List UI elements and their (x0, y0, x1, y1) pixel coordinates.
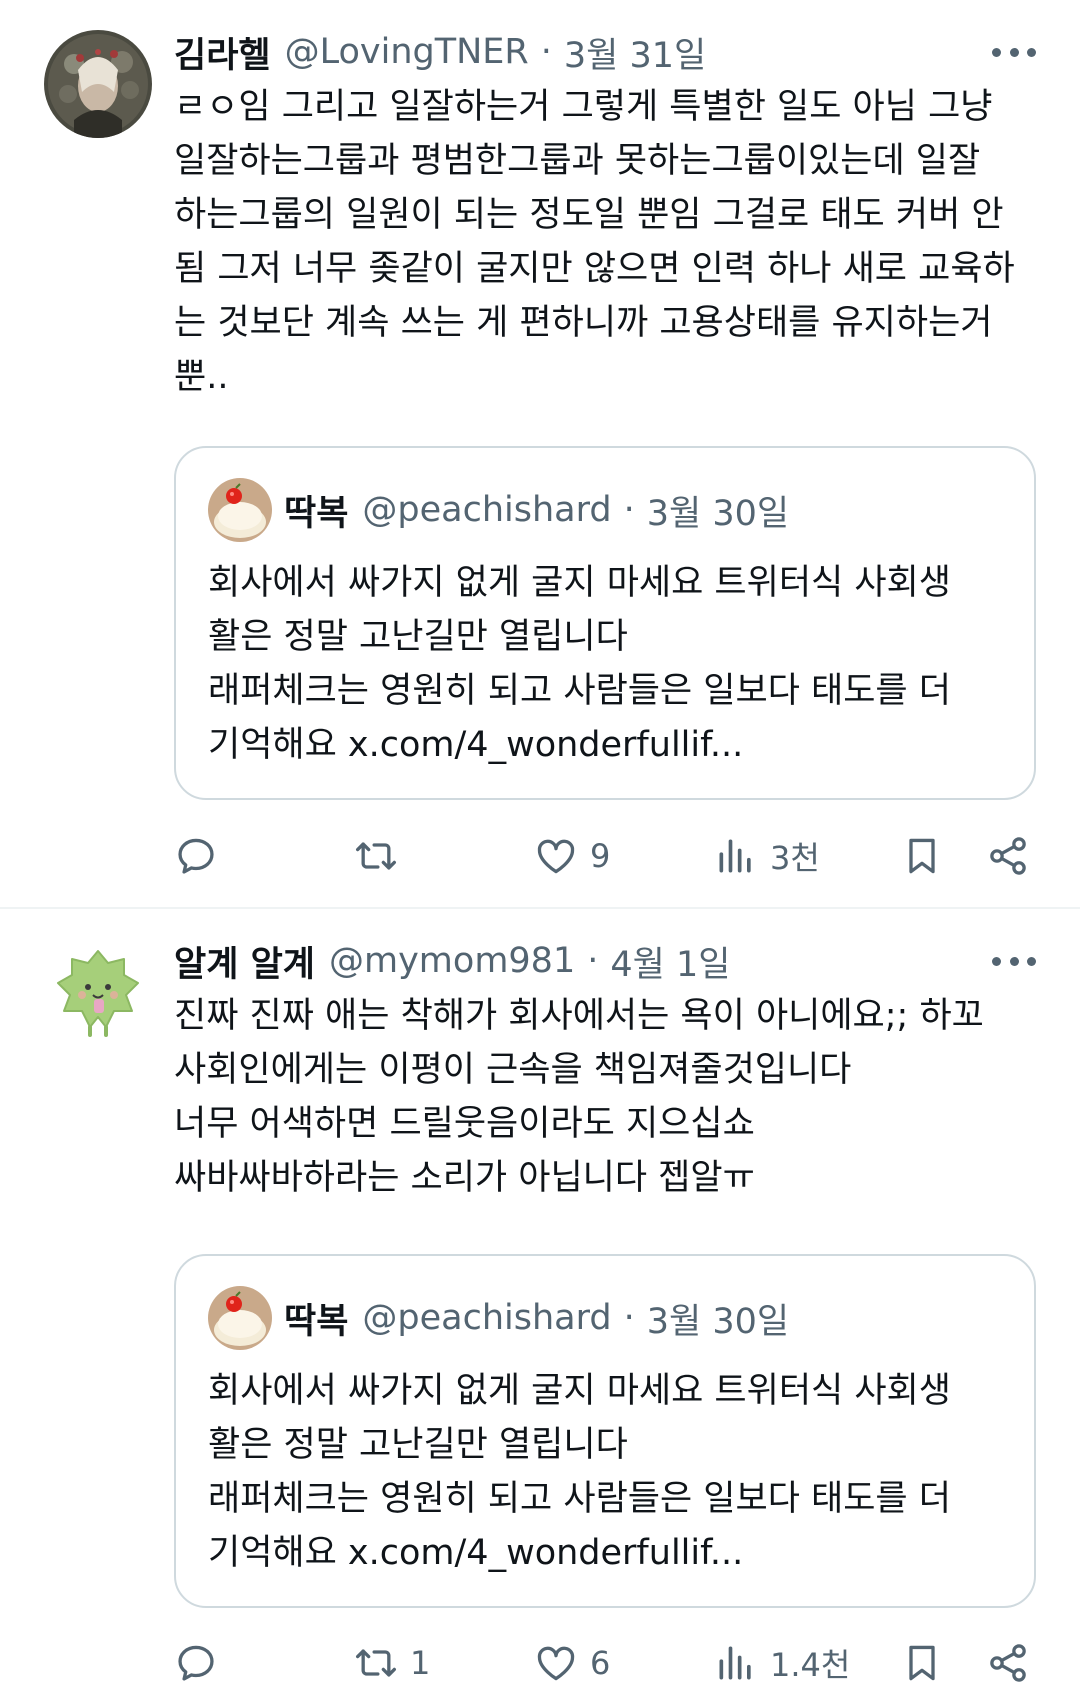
view-count: 1.4천 (770, 1646, 851, 1684)
views-icon (719, 1646, 751, 1680)
separator-dot: · (623, 1298, 635, 1338)
quote-text-line: 회사에서 싸가지 없게 굴지 마세요 트위터식 사회생 (208, 563, 951, 603)
quote-date: 3월 30일 (646, 493, 790, 534)
tweet[interactable]: 김라헬 @LovingTNER · 3월 31일 ㄹㅇ임 그리고 일잘하는거 그… (0, 0, 1080, 905)
views-button[interactable]: 3천 (714, 828, 820, 884)
quote-text-line: 기억해요 x.com/4_wonderfullif... (208, 1533, 744, 1573)
action-bar: 1 6 1.4천 (174, 1635, 1036, 1691)
views-button[interactable]: 1.4천 (714, 1635, 850, 1691)
tweet-text-line: 진짜 진짜 애는 착해가 회사에서는 욕이 아니에요;; 하꼬 (174, 996, 984, 1036)
quote-header: 딱복 @peachishard · 3월 30일 (284, 1290, 789, 1346)
more-icon[interactable] (992, 951, 1036, 971)
tweet-date[interactable]: 3월 31일 (564, 27, 706, 78)
tweet-date[interactable]: 4월 1일 (610, 936, 730, 987)
quote-text: 회사에서 싸가지 없게 굴지 마세요 트위터식 사회생 활은 정말 고난길만 열… (208, 1364, 951, 1580)
quote-user-handle: @peachishard (362, 1298, 612, 1338)
retweet-button[interactable] (354, 828, 410, 884)
quote-text-line: 활은 정말 고난길만 열립니다 (208, 617, 628, 657)
tweet-text-line: 일잘하는그룹과 평범한그룹과 못하는그룹이있는데 일잘 (174, 141, 981, 181)
like-button[interactable]: 6 (534, 1635, 610, 1691)
reply-button[interactable] (174, 828, 230, 884)
tweet[interactable]: 알계 알계 @mymom981 · 4월 1일 진짜 진짜 애는 착해가 회사에… (0, 909, 1080, 1704)
like-button[interactable]: 9 (534, 828, 610, 884)
user-handle[interactable]: @LovingTNER (285, 32, 529, 72)
tweet-text-line: 는 것보단 계속 쓰는 게 편하니까 고용상태를 유지하는거 (174, 303, 993, 343)
separator-dot: · (587, 941, 599, 981)
retweet-icon (356, 1649, 396, 1677)
quote-user-handle: @peachishard (362, 490, 612, 530)
retweet-button[interactable]: 1 (354, 1635, 430, 1691)
like-icon (537, 839, 575, 874)
tweet-text-line: 하는그룹의 일원이 되는 정도일 뿐임 그걸로 태도 커버 안 (174, 195, 1004, 235)
retweet-count: 1 (410, 1644, 431, 1682)
display-name[interactable]: 알계 알계 (174, 936, 315, 987)
separator-dot: · (623, 490, 635, 530)
tweet-text: 진짜 진짜 애는 착해가 회사에서는 욕이 아니에요;; 하꼬 사회인에게는 이… (174, 989, 1044, 1205)
reply-icon (178, 1645, 214, 1681)
like-count: 6 (590, 1644, 611, 1682)
quote-text-line: 기억해요 x.com/4_wonderfullif... (208, 725, 744, 765)
tweet-header: 김라헬 @LovingTNER · 3월 31일 (174, 24, 706, 80)
quoted-tweet[interactable]: 딱복 @peachishard · 3월 30일 회사에서 싸가지 없게 굴지 … (174, 446, 1036, 800)
tweet-text-line: 뿐.. (174, 357, 229, 397)
quote-text-line: 래퍼체크는 영원히 되고 사람들은 일보다 태도를 더 (208, 1479, 951, 1519)
quote-text-line: 활은 정말 고난길만 열립니다 (208, 1425, 628, 1465)
tweet-text-line: ㄹㅇ임 그리고 일잘하는거 그렇게 특별한 일도 아님 그냥 (174, 87, 993, 127)
quote-avatar (208, 1286, 272, 1350)
tweet-text-line: 싸바싸바하라는 소리가 아닙니다 젭알ㅠ (174, 1158, 755, 1198)
avatar[interactable] (44, 30, 152, 138)
bookmark-icon (909, 838, 935, 874)
views-icon (719, 839, 751, 873)
share-icon (990, 837, 1026, 875)
display-name[interactable]: 김라헬 (174, 27, 271, 78)
share-button[interactable] (986, 1635, 1030, 1691)
tweet-text: ㄹㅇ임 그리고 일잘하는거 그렇게 특별한 일도 아님 그냥 일잘하는그룹과 평… (174, 80, 1044, 404)
share-button[interactable] (986, 828, 1030, 884)
action-bar: 9 3천 (174, 828, 1036, 884)
like-count: 9 (590, 837, 611, 875)
share-icon (990, 1644, 1026, 1682)
quote-text-line: 회사에서 싸가지 없게 굴지 마세요 트위터식 사회생 (208, 1371, 951, 1411)
bookmark-button[interactable] (900, 828, 944, 884)
retweet-icon (356, 842, 396, 870)
tweet-header: 알계 알계 @mymom981 · 4월 1일 (174, 933, 730, 989)
separator-dot: · (540, 32, 552, 72)
tweet-text-line: 됨 그저 너무 좆같이 굴지만 않으면 인력 하나 새로 교육하 (174, 249, 1015, 289)
quote-avatar (208, 478, 272, 542)
bookmark-icon (909, 1645, 935, 1681)
tweet-text-line: 사회인에게는 이평이 근속을 책임져줄것입니다 (174, 1050, 852, 1090)
bookmark-button[interactable] (900, 1635, 944, 1691)
avatar[interactable] (44, 937, 152, 1045)
quoted-tweet[interactable]: 딱복 @peachishard · 3월 30일 회사에서 싸가지 없게 굴지 … (174, 1254, 1036, 1608)
reply-button[interactable] (174, 1635, 230, 1691)
reply-icon (178, 838, 214, 874)
quote-header: 딱복 @peachishard · 3월 30일 (284, 482, 789, 538)
like-icon (537, 1646, 575, 1681)
quote-date: 3월 30일 (646, 1301, 790, 1342)
quote-display-name: 딱복 (284, 1301, 349, 1342)
more-icon[interactable] (992, 42, 1036, 62)
quote-display-name: 딱복 (284, 493, 349, 534)
view-count: 3천 (770, 839, 820, 877)
quote-text: 회사에서 싸가지 없게 굴지 마세요 트위터식 사회생 활은 정말 고난길만 열… (208, 556, 951, 772)
tweet-text-line: 너무 어색하면 드릴웃음이라도 지으십쇼 (174, 1104, 755, 1144)
quote-text-line: 래퍼체크는 영원히 되고 사람들은 일보다 태도를 더 (208, 671, 951, 711)
user-handle[interactable]: @mymom981 (329, 941, 575, 981)
